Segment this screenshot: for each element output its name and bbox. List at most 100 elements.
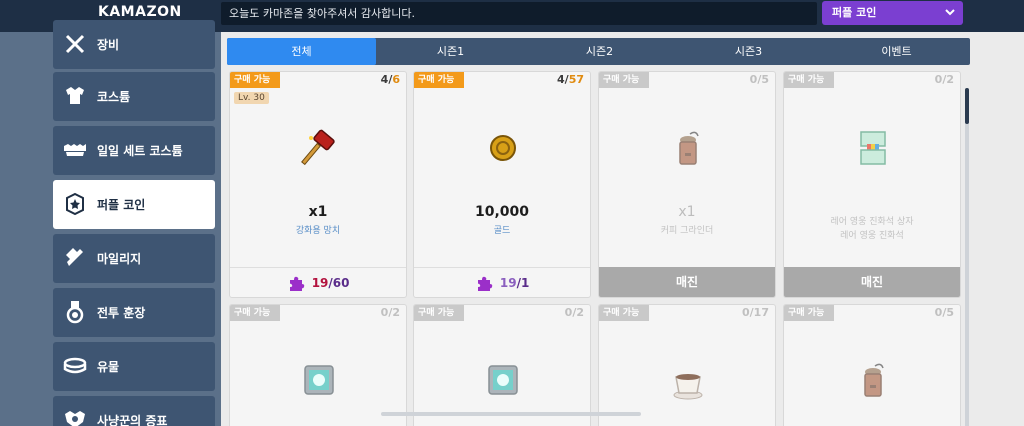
sidebar-item-relic[interactable]: 유물 <box>53 342 215 391</box>
shop-card[interactable]: 구매 가능 0/5 <box>783 304 961 426</box>
item-name: 강화용 망치 <box>295 226 341 236</box>
relic-icon <box>63 357 87 374</box>
item-quantity: 10,000 <box>474 204 530 220</box>
shop-card[interactable]: 구매 가능 4/6 Lv. 30 x1 강화용 망치 19/60 <box>229 71 407 298</box>
card-header: 구매 가능 0/5 <box>599 72 775 88</box>
sidebar-item-hunter-badge[interactable]: 사냥꾼의 증표 <box>53 396 215 426</box>
coffee-grinder-icon <box>864 363 884 397</box>
sidebar-item-label: 일일 세트 코스튬 <box>97 144 183 158</box>
glowing-stone-icon <box>488 365 518 395</box>
shop-card[interactable]: 구매 가능 4/57 10,000 골드 19/1 <box>413 71 591 298</box>
sold-out-label: 매진 <box>599 267 775 297</box>
crossed-swords-icon <box>65 34 85 54</box>
coffee-grinder-icon <box>679 131 699 165</box>
card-header: 구매 가능 0/17 <box>599 305 775 321</box>
tab-season1[interactable]: 시즌1 <box>376 38 525 65</box>
stock-max: 6 <box>392 73 400 86</box>
stock-count: 4/57 <box>557 73 584 86</box>
price-owned: 19 <box>499 276 517 290</box>
puzzle-piece-icon <box>289 276 304 291</box>
sidebar-item-label: 코스튬 <box>97 90 131 104</box>
card-header: 구매 가능 0/5 <box>784 305 960 321</box>
sidebar-item-label: 마일리지 <box>97 252 142 266</box>
horizontal-scrollbar[interactable] <box>381 412 641 416</box>
shop-panel: 전체 시즌1 시즌2 시즌3 이벤트 구매 가능 4/6 Lv. 30 x1 강… <box>221 32 1024 426</box>
sidebar-item-label: 사냥꾼의 증표 <box>97 414 168 426</box>
sidebar-item-costume[interactable]: 코스튬 <box>53 72 215 121</box>
currency-select[interactable]: 퍼플 코인 <box>822 1 963 25</box>
purple-coin-icon <box>66 192 84 216</box>
shop-card[interactable]: 구매 가능 0/5 x1 커피 그라인더 매진 <box>598 71 776 298</box>
shirt-set-icon <box>64 144 86 156</box>
price-cost: 60 <box>332 276 350 290</box>
purchasable-badge: 구매 가능 <box>784 72 835 88</box>
card-header: 구매 가능 0/2 <box>784 72 960 88</box>
item-name: 골드 <box>493 226 511 236</box>
medal-icon <box>66 301 84 324</box>
purchasable-badge: 구매 가능 <box>414 305 465 321</box>
purchasable-badge: 구매 가능 <box>414 72 465 88</box>
purchasable-badge: 구매 가능 <box>784 305 835 321</box>
sidebar-item-purple-coin[interactable]: 퍼플 코인 <box>53 180 215 229</box>
purchasable-badge: 구매 가능 <box>230 72 281 88</box>
purchasable-badge: 구매 가능 <box>599 305 650 321</box>
sidebar-item-mileage[interactable]: 마일리지 <box>53 234 215 283</box>
chevron-down-icon <box>945 9 955 16</box>
hammer-icon <box>301 129 335 166</box>
price-cost: 1 <box>520 276 530 290</box>
hunter-badge-icon <box>65 411 85 426</box>
card-header: 구매 가능 4/57 <box>414 72 590 88</box>
sidebar-item-battle-medal[interactable]: 전투 훈장 <box>53 288 215 337</box>
stock-count: 0/2 <box>380 306 400 319</box>
stock-count: 0/2 <box>934 73 954 86</box>
tab-season3[interactable]: 시즌3 <box>674 38 823 65</box>
vertical-scrollbar[interactable] <box>965 88 969 426</box>
sidebar-item-equipment[interactable]: 장비 <box>53 20 215 69</box>
shop-card[interactable]: 구매 가능 0/2 레어 영웅 진화석 상자 레어 영웅 진화석 매진 <box>783 71 961 298</box>
card-header: 구매 가능 0/2 <box>414 305 590 321</box>
price-row[interactable]: 19/1 <box>414 267 590 297</box>
price-row[interactable]: 19/60 <box>230 267 406 297</box>
sold-out-label: 매진 <box>784 267 960 297</box>
tab-season2[interactable]: 시즌2 <box>525 38 674 65</box>
shop-card[interactable]: 구매 가능 0/17 <box>598 304 776 426</box>
puzzle-piece-icon <box>477 276 492 291</box>
hero-crystal-box-icon <box>860 131 886 165</box>
notice-banner: 오늘도 카마존을 찾아주셔서 감사합니다. <box>221 2 817 25</box>
stock-count: 0/5 <box>934 306 954 319</box>
tab-event[interactable]: 이벤트 <box>823 38 970 65</box>
tab-bar: 전체 시즌1 시즌2 시즌3 이벤트 <box>227 38 970 65</box>
stock-count: 0/17 <box>742 306 769 319</box>
stock-current: 4 <box>557 73 565 86</box>
tab-all[interactable]: 전체 <box>227 38 376 65</box>
item-quantity: x1 <box>678 204 696 220</box>
shop-card[interactable]: 구매 가능 0/2 <box>229 304 407 426</box>
item-name: 레어 영웅 진화석 상자 <box>830 217 914 227</box>
item-subname: 레어 영웅 진화석 <box>840 231 904 241</box>
currency-select-label: 퍼플 코인 <box>832 6 877 19</box>
purchasable-badge: 구매 가능 <box>230 305 281 321</box>
sidebar-item-label: 전투 훈장 <box>97 306 146 320</box>
stock-max: 57 <box>568 73 584 86</box>
stock-count: 0/2 <box>564 306 584 319</box>
scrollbar-thumb[interactable] <box>965 88 969 124</box>
price-owned: 19 <box>311 276 329 290</box>
level-tag: Lv. 30 <box>234 92 269 104</box>
sidebar-item-label: 퍼플 코인 <box>97 198 146 212</box>
sidebar-item-label: 유물 <box>97 360 120 374</box>
shop-card[interactable]: 구매 가능 0/2 <box>413 304 591 426</box>
item-quantity: x1 <box>308 204 328 220</box>
stock-count: 4/6 <box>380 73 400 86</box>
card-header: 구매 가능 4/6 <box>230 72 406 88</box>
coffee-cup-icon <box>673 374 703 400</box>
purchasable-badge: 구매 가능 <box>599 72 650 88</box>
glowing-stone-icon <box>304 365 334 395</box>
gold-coin-icon <box>490 135 516 161</box>
shirt-icon <box>66 87 84 104</box>
sidebar-item-daily-set-costume[interactable]: 일일 세트 코스튬 <box>53 126 215 175</box>
sidebar: 장비 코스튬 일일 세트 코스튬 퍼플 코인 마일리지 전투 훈장 유물 사냥꾼… <box>0 20 221 426</box>
ticket-icon <box>66 248 83 266</box>
stock-count: 0/5 <box>749 73 769 86</box>
item-name: 커피 그라인더 <box>660 226 714 236</box>
app-logo[interactable]: KAMAZON <box>98 4 182 20</box>
